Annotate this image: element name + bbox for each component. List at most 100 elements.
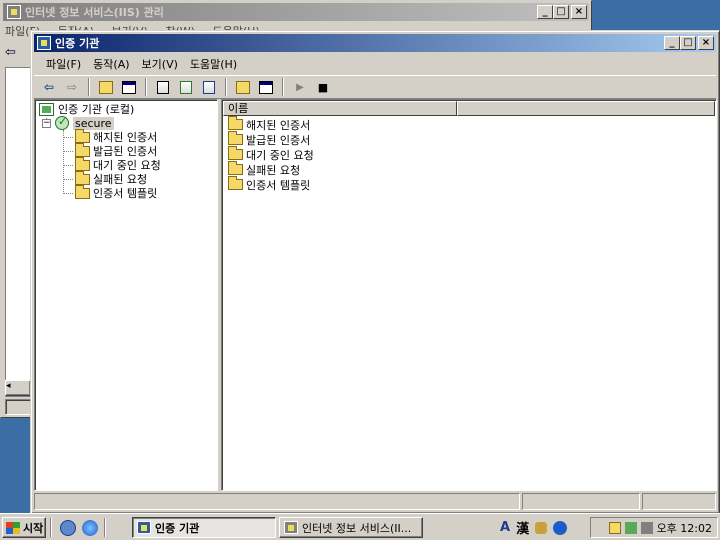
console-tree-icon[interactable]	[255, 77, 277, 97]
iis-back-button[interactable]: ⇦	[5, 45, 33, 63]
ime-hanja[interactable]: 漢	[516, 518, 529, 537]
show-tree-icon[interactable]	[118, 77, 140, 97]
refresh-icon[interactable]	[175, 77, 197, 97]
network-icon[interactable]	[624, 521, 637, 534]
iis-app-icon	[7, 5, 21, 19]
tree-root-label: 인증 기관 (로컬)	[58, 103, 135, 116]
forward-icon[interactable]: ⇨	[61, 77, 83, 97]
tree-item-templates[interactable]: 인증서 템플릿	[75, 184, 158, 200]
menubar: 파일(F) 동작(A) 보기(V) 도움말(H)	[34, 54, 243, 74]
toolbar-separator	[145, 78, 147, 96]
list-item-label: 인증서 템플릿	[246, 178, 311, 192]
list-item[interactable]: 실패된 요청	[228, 161, 301, 177]
folder-icon	[75, 128, 90, 143]
taskbar-button-iis[interactable]: 인터넷 정보 서비스(II...	[279, 517, 423, 538]
minimize-button[interactable]: _	[664, 36, 680, 50]
ca-window-title: 인증 기관	[55, 37, 100, 50]
toolbar-separator	[282, 78, 284, 96]
tree-line	[64, 137, 73, 138]
list-item-label: 실패된 요청	[246, 163, 301, 177]
iis-maximize-button[interactable]: □	[553, 5, 569, 19]
ca-server-icon	[55, 115, 69, 130]
folder-icon	[228, 146, 243, 160]
display-icon[interactable]	[640, 521, 653, 534]
tree-line	[63, 130, 64, 194]
list-item[interactable]: 대기 중인 요청	[228, 146, 314, 162]
iis-app-icon	[284, 521, 298, 534]
tree-line	[64, 165, 73, 166]
iis-status-bar	[5, 399, 31, 415]
tree-item-label: 인증서 템플릿	[93, 187, 158, 200]
clock[interactable]: 오후 12:02	[657, 520, 712, 536]
tree-root-node[interactable]: 인증 기관 (로컬)	[39, 102, 134, 116]
close-button[interactable]: ×	[698, 36, 714, 50]
ca-root-icon	[39, 102, 54, 116]
menu-action[interactable]: 동작(A)	[87, 56, 135, 72]
help-icon[interactable]	[232, 77, 254, 97]
start-button[interactable]: 시작	[2, 517, 46, 538]
tree-item-pending[interactable]: 대기 중인 요청	[75, 156, 161, 172]
ca-window[interactable]: 인증 기관 _ □ × 파일(F) 동작(A) 보기(V) 도움말(H) ⇦ ⇨…	[30, 30, 720, 514]
iis-tree-pane[interactable]	[5, 67, 31, 397]
tree-item-issued[interactable]: 발급된 인증서	[75, 142, 157, 158]
taskbar-divider	[104, 518, 106, 537]
status-cell-main	[34, 493, 520, 510]
column-header-name[interactable]: 이름	[223, 101, 457, 116]
export-list-icon[interactable]	[198, 77, 220, 97]
result-list-pane[interactable]: 이름 해지된 인증서 발급된 인증서 대기 중인 요청 실패된 요청 인증서 템…	[221, 99, 717, 491]
stop-icon[interactable]: ■	[312, 77, 334, 97]
collapse-icon[interactable]: −	[42, 118, 51, 128]
taskbar-button-label: 인증 기관	[155, 521, 200, 535]
system-tray: 오후 12:02	[590, 517, 718, 538]
list-item-label: 대기 중인 요청	[246, 148, 314, 162]
list-item[interactable]: 인증서 템플릿	[228, 176, 311, 192]
maximize-button[interactable]: □	[680, 36, 696, 50]
quicklaunch-browser-icon[interactable]	[82, 520, 98, 536]
column-header-blank[interactable]	[457, 101, 715, 116]
taskbar-button-ca[interactable]: 인증 기관	[132, 517, 276, 538]
list-item[interactable]: 해지된 인증서	[228, 116, 311, 132]
list-item-label: 해지된 인증서	[246, 118, 311, 132]
ime-mode-a[interactable]: A	[500, 520, 510, 535]
tree-line	[64, 179, 73, 180]
iis-horizontal-scrollbar[interactable]: ◂	[5, 380, 31, 396]
iis-close-button[interactable]: ×	[571, 5, 587, 19]
ca-title-bar[interactable]: 인증 기관 _ □ ×	[34, 34, 716, 52]
status-cell-2	[522, 493, 640, 510]
ca-app-icon	[137, 521, 151, 534]
up-folder-icon[interactable]	[95, 77, 117, 97]
toolbar-separator	[225, 78, 227, 96]
quicklaunch-ie-icon[interactable]	[60, 520, 76, 536]
folder-icon	[75, 184, 90, 199]
menu-file[interactable]: 파일(F)	[40, 56, 87, 72]
folder-icon	[75, 142, 90, 157]
folder-icon	[228, 176, 243, 190]
folder-icon	[228, 131, 243, 145]
back-icon[interactable]: ⇦	[38, 77, 60, 97]
tree-line	[64, 151, 73, 152]
taskbar-button-label: 인터넷 정보 서비스(II...	[302, 521, 412, 535]
help-icon[interactable]	[553, 520, 568, 535]
iis-title-bar[interactable]: 인터넷 정보 서비스(IIS) 관리 _ □ ×	[3, 3, 589, 21]
menu-help[interactable]: 도움말(H)	[184, 56, 243, 72]
tree-item-failed[interactable]: 실패된 요청	[75, 170, 147, 186]
tree-item-revoked[interactable]: 해지된 인증서	[75, 128, 157, 144]
ca-app-icon	[37, 36, 51, 50]
status-cell-3	[642, 493, 716, 510]
menu-view[interactable]: 보기(V)	[136, 56, 184, 72]
iis-minimize-button[interactable]: _	[537, 5, 553, 19]
security-shield-icon[interactable]	[608, 521, 621, 534]
iis-window-title: 인터넷 정보 서비스(IIS) 관리	[25, 6, 164, 19]
list-item[interactable]: 발급된 인증서	[228, 131, 311, 147]
windows-logo-icon	[6, 521, 20, 534]
play-icon[interactable]: ▶	[289, 77, 311, 97]
folder-icon	[228, 161, 243, 175]
ime-pad-icon[interactable]	[535, 521, 548, 534]
list-item-label: 발급된 인증서	[246, 133, 311, 147]
start-label: 시작	[23, 521, 44, 535]
console-tree-pane[interactable]: 인증 기관 (로컬) − secure 해지된 인증서 발급된 인증서 대기 중…	[34, 99, 218, 491]
folder-icon	[75, 156, 90, 171]
ime-toolbar: A 漢	[500, 518, 568, 537]
properties-icon[interactable]	[152, 77, 174, 97]
folder-icon	[228, 116, 243, 130]
